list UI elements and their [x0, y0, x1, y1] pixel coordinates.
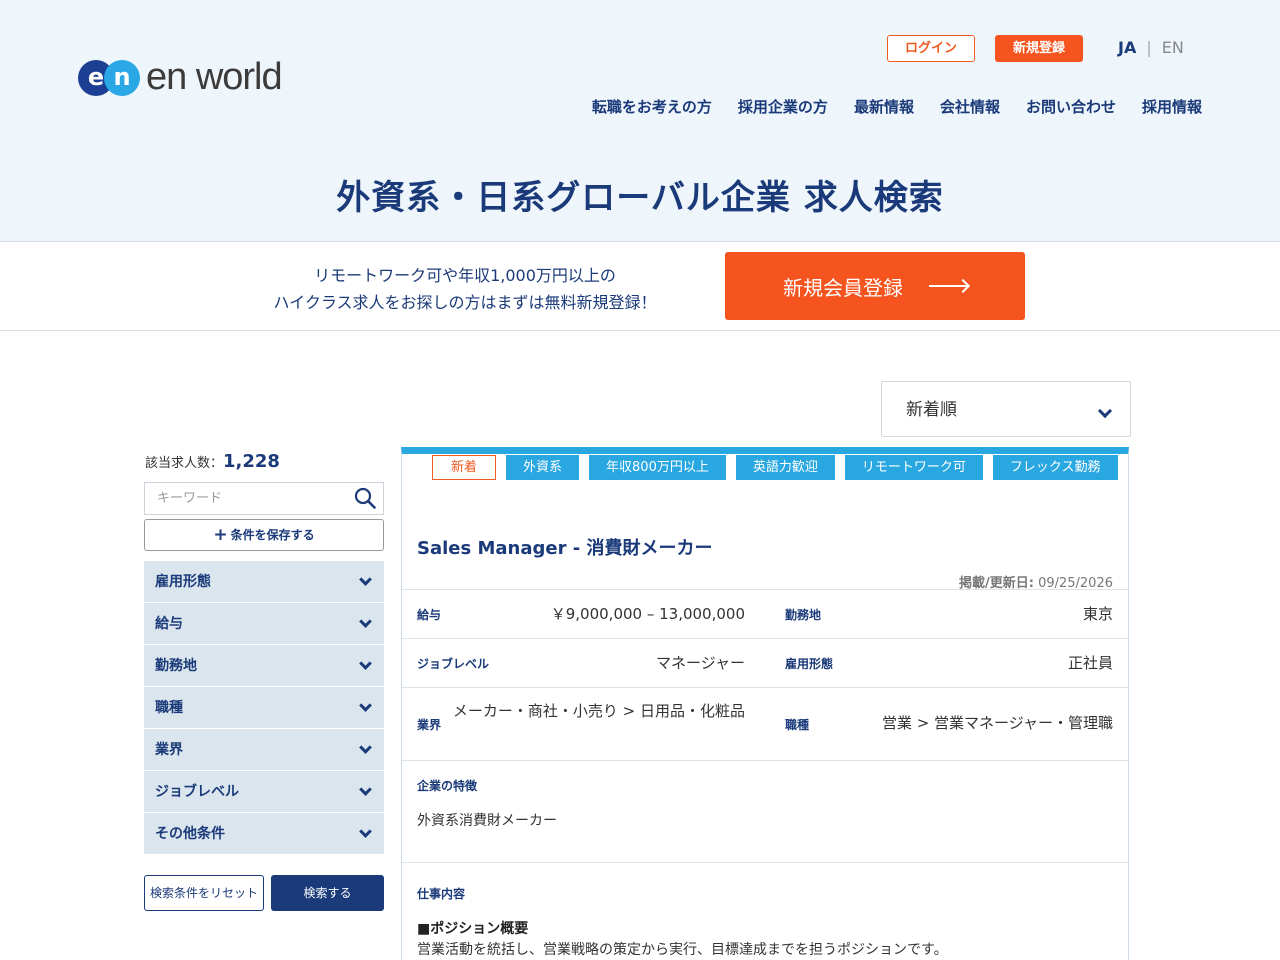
job-row-company: 企業の特徴 外資系消費財メーカー [402, 760, 1128, 862]
tag-flex: フレックス勤務 [992, 455, 1118, 480]
employment-value: 正社員 [1067, 654, 1113, 672]
arrow-right-icon [929, 285, 967, 287]
chevron-down-icon [359, 573, 372, 586]
filter-location[interactable]: 勤務地 [144, 645, 384, 687]
job-row-salary-location: 給与 ￥9,000,000 – 13,000,000 勤務地 東京 [402, 589, 1128, 638]
salary-label: 給与 [417, 608, 442, 622]
filter-job-function[interactable]: 職種 [144, 687, 384, 729]
nav-company[interactable]: 会社情報 [940, 96, 1000, 117]
reset-conditions-button[interactable]: 検索条件をリセット [144, 875, 264, 911]
promo-text: リモートワーク可や年収1,000万円以上の ハイクラス求人をお探しの方はまずは無… [250, 262, 680, 316]
chevron-down-icon [359, 825, 372, 838]
job-title[interactable]: Sales Manager - 消費財メーカー [417, 534, 712, 560]
function-label: 職種 [785, 718, 810, 732]
chevron-down-icon [1097, 403, 1113, 419]
member-register-label: 新規会員登録 [783, 275, 903, 300]
lang-ja-link[interactable]: JA [1118, 38, 1136, 57]
filter-label: 勤務地 [155, 658, 197, 674]
filter-job-level[interactable]: ジョブレベル [144, 771, 384, 813]
promo-line-1: リモートワーク可や年収1,000万円以上の [314, 266, 616, 285]
filter-label: 業界 [155, 742, 183, 758]
job-card[interactable]: 新着 外資系 年収800万円以上 英語力歓迎 リモートワーク可 フレックス勤務 … [401, 447, 1129, 960]
sort-selected-value: 新着順 [906, 400, 957, 420]
logo-mark: e n [78, 59, 140, 96]
filter-label: ジョブレベル [155, 784, 239, 800]
login-button[interactable]: ログイン [887, 35, 975, 62]
nav-contact[interactable]: お問い合わせ [1026, 96, 1116, 117]
keyword-input[interactable] [144, 482, 384, 515]
job-tags: 新着 外資系 年収800万円以上 英語力歓迎 リモートワーク可 フレックス勤務 [432, 455, 1122, 480]
tag-english: 英語力歓迎 [735, 455, 835, 480]
nav-employers[interactable]: 採用企業の方 [738, 96, 828, 117]
lang-separator: | [1146, 38, 1152, 57]
logo-letter-n: n [104, 59, 140, 96]
function-value: 営業 > 営業マネージャー・管理職 [881, 714, 1113, 732]
lang-en-link[interactable]: EN [1162, 38, 1184, 57]
tag-salary: 年収800万円以上 [589, 455, 726, 480]
filter-label: 職種 [155, 700, 183, 716]
industry-label: 業界 [417, 718, 442, 732]
location-value: 東京 [1082, 605, 1113, 623]
chevron-down-icon [359, 741, 372, 754]
filter-employment-type[interactable]: 雇用形態 [144, 561, 384, 603]
page-title: 外資系・日系グローバル企業 求人検索 [336, 178, 944, 218]
company-feature-value: 外資系消費財メーカー [417, 813, 557, 829]
site-header: e n en world ログイン 新規登録 JA | EN 転職をお考えの方 … [0, 0, 1280, 242]
main-nav: 転職をお考えの方 採用企業の方 最新情報 会社情報 お問い合わせ 採用情報 [592, 96, 1202, 117]
nav-job-seekers[interactable]: 転職をお考えの方 [592, 96, 712, 117]
chevron-down-icon [359, 615, 372, 628]
industry-value: メーカー・商社・小売り > 日用品・化粧品 [452, 702, 745, 720]
filter-industry[interactable]: 業界 [144, 729, 384, 771]
company-feature-label: 企業の特徴 [417, 779, 478, 793]
filter-other[interactable]: その他条件 [144, 813, 384, 855]
filter-label: その他条件 [155, 826, 225, 842]
language-switcher: JA | EN [1118, 38, 1184, 57]
search-button[interactable]: 検索する [271, 875, 384, 911]
chevron-down-icon [359, 783, 372, 796]
result-count-value: 1,228 [223, 451, 280, 472]
chevron-down-icon [359, 657, 372, 670]
job-level-value: マネージャー [656, 654, 745, 672]
plus-icon: + [213, 525, 228, 545]
result-count: 該当求人数：1,228 [145, 451, 280, 472]
job-row-industry-function: 業界 メーカー・商社・小売り > 日用品・化粧品 職種 営業 > 営業マネージャ… [402, 687, 1128, 760]
chevron-down-icon [359, 699, 372, 712]
job-row-level-employment: ジョブレベル マネージャー 雇用形態 正社員 [402, 638, 1128, 687]
salary-value: ￥9,000,000 – 13,000,000 [550, 605, 745, 623]
tag-remote: リモートワーク可 [844, 455, 983, 480]
duties-label: 仕事内容 [417, 887, 466, 901]
position-heading: ■ポジション概要 [417, 921, 529, 937]
job-row-duties: 仕事内容 ■ポジション概要 営業活動を統括し、営業戦略の策定から実行、目標達成ま… [402, 862, 1128, 960]
logo[interactable]: e n en world [78, 56, 283, 99]
position-text: 営業活動を統括し、営業戦略の策定から実行、目標達成までを担うポジションです。 [417, 942, 948, 958]
search-icon[interactable] [354, 487, 376, 509]
save-conditions-label: 条件を保存する [230, 528, 315, 542]
filter-accordion: 雇用形態 給与 勤務地 職種 業界 ジョブレベル その他条件 [144, 561, 384, 855]
logo-text: en world [146, 56, 283, 98]
register-button[interactable]: 新規登録 [995, 35, 1083, 62]
member-register-button[interactable]: 新規会員登録 [725, 252, 1025, 320]
nav-news[interactable]: 最新情報 [854, 96, 914, 117]
save-conditions-button[interactable]: + 条件を保存する [144, 519, 384, 551]
promo-line-2: ハイクラス求人をお探しの方はまずは無料新規登録！ [273, 293, 657, 312]
filter-salary[interactable]: 給与 [144, 603, 384, 645]
filter-label: 給与 [155, 616, 183, 632]
result-count-label: 該当求人数： [145, 456, 224, 471]
nav-careers[interactable]: 採用情報 [1142, 96, 1202, 117]
promo-banner: リモートワーク可や年収1,000万円以上の ハイクラス求人をお探しの方はまずは無… [0, 242, 1280, 331]
sort-select[interactable]: 新着順 [881, 381, 1131, 437]
filter-label: 雇用形態 [155, 574, 211, 590]
tag-foreign: 外資系 [506, 455, 580, 480]
tag-new: 新着 [432, 455, 497, 480]
